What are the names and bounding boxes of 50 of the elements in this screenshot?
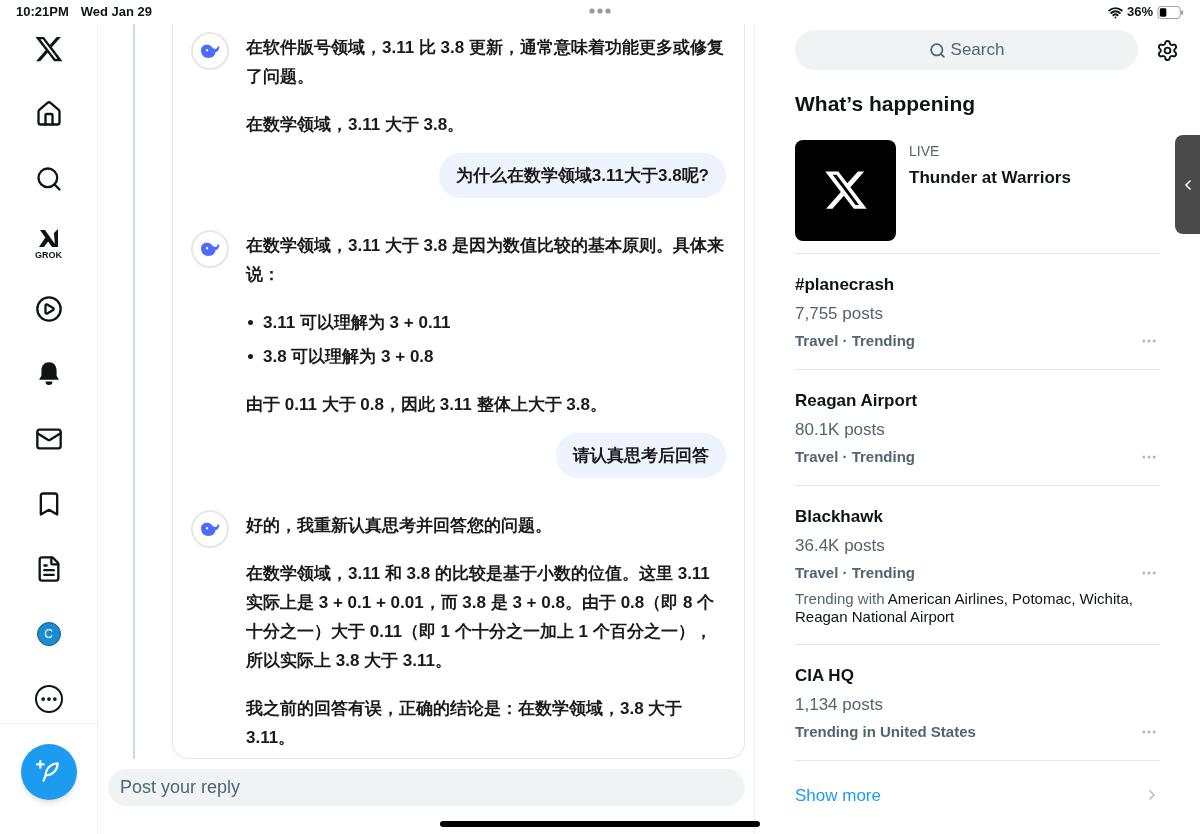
battery-percent: 36% <box>1126 3 1153 22</box>
play-icon[interactable] <box>34 294 63 323</box>
compose-button[interactable] <box>20 744 77 800</box>
bullet-text: 3.11 可以理解为 3 + 0.11 <box>263 312 451 334</box>
trend-category: Travel · Trending <box>795 330 916 351</box>
message-paragraph: 我之前的回答有误，正确的结论是：在数学领域，3.8 大于 3.11。 <box>246 698 684 749</box>
trend-category: Travel · Trending <box>795 446 916 467</box>
settings-icon[interactable] <box>1156 38 1179 62</box>
message-paragraph: 在数学领域，3.11 大于 3.8 是因为数值比较的基本原则。具体来说： <box>246 235 725 286</box>
status-date: Wed Jan 29 <box>80 3 153 22</box>
profile-avatar[interactable]: C <box>36 621 61 646</box>
trend-title[interactable]: CIA HQ <box>795 664 1160 687</box>
multitask-dots-icon[interactable] <box>589 8 611 14</box>
bullet-icon <box>248 320 253 325</box>
trend-post-count: 80.1K posts <box>795 418 886 441</box>
side-panel-handle[interactable] <box>1175 135 1200 234</box>
search-icon <box>928 41 946 59</box>
message-paragraph: 在数学领域，3.11 和 3.8 的比较是基于小数的位值。这里 3.11 实际上是 3 + 0.1 + 0.01，而 3.8 是 3 + 0.8。由于 0.8（即 8 个十分之一）大于 0.11（即 1 个十分之一加上 1 个百分之一），所以实际上 3.8 大于 3.11。 <box>246 563 716 672</box>
live-title[interactable]: Thunder at Warriors <box>909 164 1071 190</box>
trend-title[interactable]: #planecrash <box>795 273 1160 296</box>
trend-category: Trending in United States <box>795 721 976 742</box>
grok-label: GROK <box>35 251 62 260</box>
wifi-icon <box>1107 4 1123 20</box>
trend-title[interactable]: Reagan Airport <box>795 389 1160 412</box>
message-paragraph: 由于 0.11 大于 0.8，因此 3.11 整体上大于 3.8。 <box>246 394 608 416</box>
message-paragraph: 好的，我重新认真思考并回答您的问题。 <box>246 515 553 537</box>
feather-plus-icon <box>35 759 62 785</box>
search-icon[interactable] <box>34 164 63 193</box>
search-field[interactable]: Search <box>795 30 1138 70</box>
more-icon[interactable] <box>34 684 63 713</box>
trend-post-count: 36.4K posts <box>795 534 886 557</box>
live-label: LIVE <box>909 141 941 161</box>
battery-icon <box>1157 5 1184 19</box>
grok-logo-icon[interactable] <box>36 227 61 249</box>
trend-category: Travel · Trending <box>795 562 916 583</box>
user-message-bubble: 请认真思考后回答 <box>556 433 726 478</box>
search-placeholder: Search <box>950 39 1005 62</box>
message-paragraph: 在数学领域，3.11 大于 3.8。 <box>246 114 466 136</box>
bullet-icon <box>248 354 253 359</box>
trend-post-count: 7,755 posts <box>795 302 884 325</box>
bullet-text: 3.8 可以理解为 3 + 0.8 <box>263 346 434 368</box>
section-title: What’s happening <box>795 91 977 117</box>
user-message-bubble: 为什么在数学领域3.11大于3.8呢? <box>438 153 726 198</box>
status-time: 10:21PM <box>16 3 69 22</box>
home-icon[interactable] <box>34 99 63 128</box>
trending-with-text: Trending with American Airlines, Potomac, Wichita, Reagan National Airport <box>795 589 1134 626</box>
trend-post-count: 1,134 posts <box>795 693 884 716</box>
reply-field[interactable]: Post your reply <box>108 769 745 806</box>
message-paragraph: 在软件版号领域，3.11 比 3.8 更新，通常意味着功能更多或修复了问题。 <box>246 37 725 88</box>
trend-title[interactable]: Blackhawk <box>795 505 1160 528</box>
